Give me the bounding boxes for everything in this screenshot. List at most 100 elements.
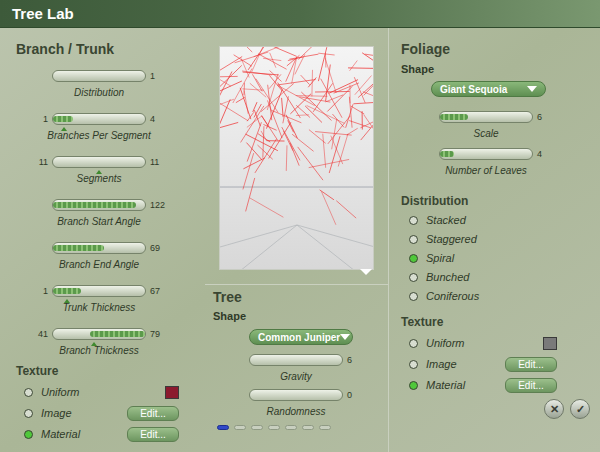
dropdown-arrow-icon [527,86,537,92]
dropdown-arrow-icon [340,334,350,340]
page-dot[interactable] [217,425,229,430]
slider-track[interactable] [52,113,146,125]
slider-fill [53,288,81,294]
shape-label: Shape [213,310,388,323]
foliage-panel: FoliageShapeGiant Sequoia6Scale4Number o… [388,28,600,452]
slider-value: 0 [347,390,365,400]
page-dot[interactable] [234,425,246,430]
page-dot[interactable] [302,425,314,430]
slider-label: Number of Leaves [445,165,527,176]
window-title: Tree Lab [12,5,74,22]
distribution-option[interactable]: Bunched [409,270,600,284]
shape-dropdown[interactable]: Common Juniper [249,329,353,345]
slider-min: 1 [30,114,48,124]
page-dot[interactable] [268,425,280,430]
preview-corner-icon[interactable] [360,269,372,275]
slider-fill [53,202,136,208]
branch-trunk-panel: Branch / Trunk 1 Distribution 1 4Branches Pe… [0,28,205,452]
edit-button[interactable]: Edit... [127,427,179,442]
slider-row: 122Branch Start Angle [28,198,170,227]
cancel-button[interactable]: ✕ [544,399,564,419]
texture-option[interactable]: Uniform [24,384,179,400]
slider-value: 6 [537,112,555,122]
section-header: Branch / Trunk [16,41,205,58]
slider-track[interactable] [52,242,146,254]
slider-value: 69 [150,243,168,253]
dialog-buttons: ✕✓ [401,399,600,419]
slider-label: Segments [76,173,121,184]
tree-drawing-icon [220,47,374,270]
slider-fill [90,331,145,337]
slider-marker-icon[interactable] [64,299,70,303]
slider-label: Scale [473,128,498,139]
radio-button[interactable] [409,273,418,282]
slider-track[interactable] [249,389,343,401]
slider-label: Randomness [267,406,326,417]
slider-value: 67 [150,286,168,296]
ok-button[interactable]: ✓ [570,399,590,419]
distribution-option[interactable]: Spiral [409,251,600,265]
shape-dropdown[interactable]: Giant Sequoia [431,81,546,97]
edit-button[interactable]: Edit... [505,378,557,393]
slider-value: 4 [537,149,555,159]
page-indicator [213,425,388,430]
slider-value: 4 [150,114,168,124]
slider-row: 1111Segments [28,155,170,184]
slider-label: Trunk Thickness [63,302,136,313]
slider-label: Branches Per Segment [47,130,150,141]
edit-button[interactable]: Edit... [505,357,557,372]
color-swatch[interactable] [543,337,557,350]
tree-lab-window: Tree LabBranch / Trunk1Distribution14Bra… [0,0,600,452]
slider-track[interactable] [439,111,533,123]
slider-label: Distribution [74,87,124,98]
radio-button[interactable] [409,254,418,263]
texture-option[interactable]: MaterialEdit... [24,426,179,442]
radio-button[interactable] [409,360,418,369]
color-swatch[interactable] [165,386,179,399]
edit-button[interactable]: Edit... [127,406,179,421]
radio-button[interactable] [409,292,418,301]
radio-button[interactable] [409,235,418,244]
texture-option[interactable]: MaterialEdit... [409,377,557,393]
slider-value: 79 [150,329,168,339]
page-dot[interactable] [251,425,263,430]
distribution-option[interactable]: Coniferous [409,289,600,303]
slider-label: Gravity [280,371,312,382]
radio-button[interactable] [409,339,418,348]
slider-track[interactable] [52,70,146,82]
page-dot[interactable] [285,425,297,430]
tree-preview[interactable] [219,46,374,270]
radio-button[interactable] [24,430,33,439]
slider-track[interactable] [52,199,146,211]
slider-row: 4179Branch Thickness [28,327,170,356]
page-dot[interactable] [319,425,331,430]
slider-marker-icon[interactable] [96,170,102,174]
radio-button[interactable] [24,409,33,418]
slider-track[interactable] [52,328,146,340]
section-header: Foliage [401,41,600,58]
radio-button[interactable] [409,381,418,390]
section-header: Distribution [401,194,600,208]
slider-track[interactable] [52,156,146,168]
section-header: Texture [16,364,205,378]
texture-section: Texture Uniform ImageEdit... MaterialEdit..… [16,364,205,442]
distribution-option[interactable]: Stacked [409,213,600,227]
texture-option[interactable]: ImageEdit... [409,356,557,372]
slider-fill [440,114,468,120]
texture-option[interactable]: Uniform [409,335,557,351]
slider-track[interactable] [52,285,146,297]
section-header: Tree [213,289,388,306]
texture-option[interactable]: ImageEdit... [24,405,179,421]
radio-button[interactable] [24,388,33,397]
title-bar: Tree Lab [0,0,600,28]
distribution-option[interactable]: Staggered [409,232,600,246]
slider-marker-icon[interactable] [91,342,97,346]
slider-label: Branch End Angle [59,259,139,270]
radio-button[interactable] [409,216,418,225]
slider-track[interactable] [439,148,533,160]
slider-value: 11 [150,157,168,167]
slider-marker-icon[interactable] [61,127,67,131]
slider-value: 6 [347,355,365,365]
slider-track[interactable] [249,354,343,366]
slider-min: 1 [30,286,48,296]
